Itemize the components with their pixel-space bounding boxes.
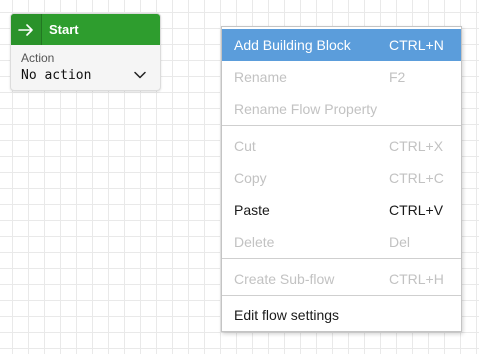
menu-item-shortcut: CTRL+X	[389, 138, 444, 154]
action-label: Action	[21, 51, 55, 65]
menu-separator	[222, 258, 461, 259]
start-node-title: Start	[49, 22, 79, 37]
menu-item-label: Rename Flow Property	[234, 101, 378, 117]
arrow-right-icon	[11, 14, 42, 45]
menu-item-shortcut: CTRL+N	[389, 37, 444, 53]
action-dropdown[interactable]: No action	[21, 66, 150, 84]
menu-item-shortcut: CTRL+V	[389, 202, 444, 218]
menu-item-create-sub-flow[interactable]: Create Sub-flow CTRL+H	[222, 263, 461, 295]
menu-separator	[222, 125, 461, 126]
menu-item-label: Delete	[234, 234, 275, 250]
flow-canvas[interactable]: Start Action No action Add Building Bloc…	[0, 0, 479, 354]
menu-item-label: Edit flow settings	[234, 307, 340, 323]
menu-item-add-building-block[interactable]: Add Building Block CTRL+N	[222, 29, 461, 61]
menu-item-label: Add Building Block	[234, 37, 351, 53]
menu-item-shortcut: Del	[389, 234, 411, 250]
menu-item-label: Paste	[234, 202, 270, 218]
menu-item-label: Rename	[234, 69, 287, 85]
menu-item-label: Create Sub-flow	[234, 271, 335, 287]
action-value: No action	[21, 67, 92, 83]
menu-item-shortcut: CTRL+C	[389, 170, 444, 186]
start-node[interactable]: Start Action No action	[10, 13, 161, 91]
menu-item-copy[interactable]: Copy CTRL+C	[222, 162, 461, 194]
menu-item-shortcut: F2	[389, 69, 406, 85]
menu-item-cut[interactable]: Cut CTRL+X	[222, 130, 461, 162]
menu-item-label: Copy	[234, 170, 267, 186]
menu-item-paste[interactable]: Paste CTRL+V	[222, 194, 461, 226]
menu-item-rename[interactable]: Rename F2	[222, 61, 461, 93]
chevron-down-icon[interactable]	[134, 66, 150, 84]
start-node-header[interactable]: Start	[11, 14, 160, 45]
context-menu: Add Building Block CTRL+N Rename F2 Rena…	[221, 26, 462, 332]
menu-item-edit-flow-settings[interactable]: Edit flow settings	[222, 299, 461, 331]
menu-item-rename-flow-property[interactable]: Rename Flow Property	[222, 93, 461, 125]
menu-item-label: Cut	[234, 138, 256, 154]
menu-separator	[222, 295, 461, 296]
menu-item-delete[interactable]: Delete Del	[222, 226, 461, 258]
menu-item-shortcut: CTRL+H	[389, 271, 444, 287]
